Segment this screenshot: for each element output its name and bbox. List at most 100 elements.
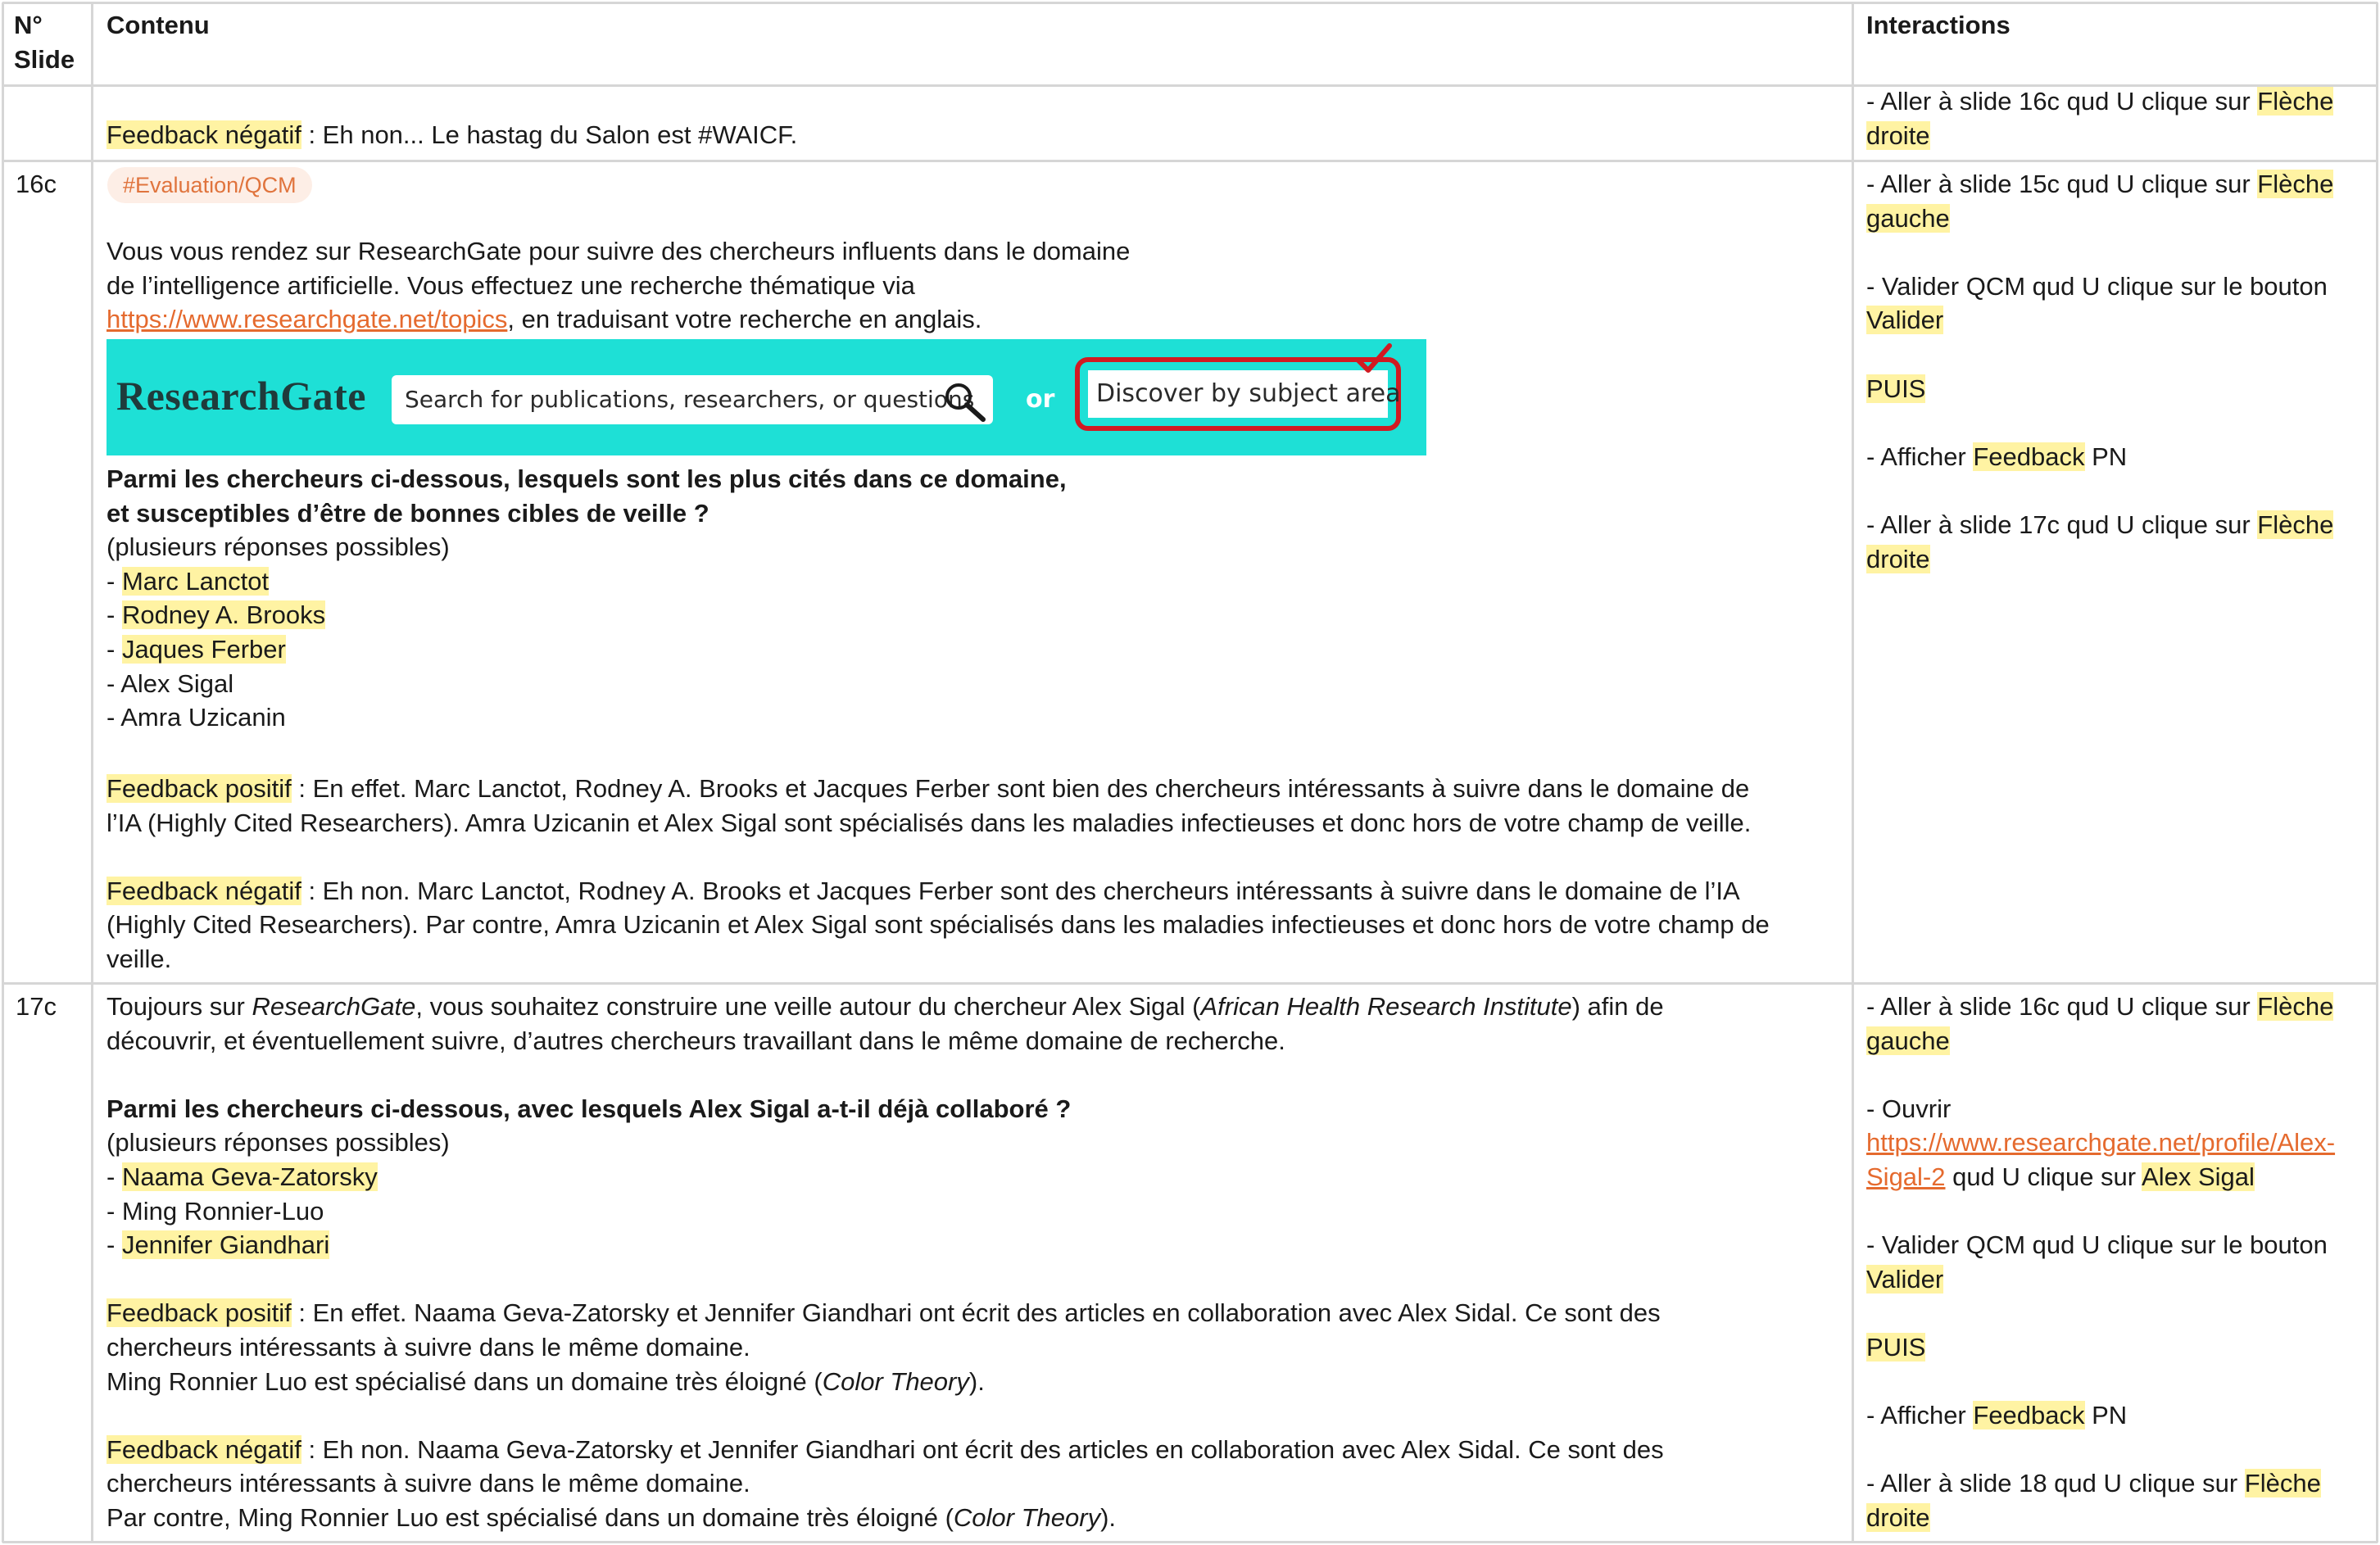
text-line: - Alex Sigal bbox=[107, 667, 233, 701]
header-slide-label: Slide bbox=[14, 45, 75, 74]
discover-by-subject-box: Discover by subject area bbox=[1075, 357, 1401, 431]
text: - Aller à slide 16c qud U clique sur bbox=[1866, 992, 2258, 1021]
text-line: - Naama Geva-Zatorsky bbox=[107, 1160, 378, 1194]
text: PN bbox=[2084, 442, 2128, 471]
text: Vous vous rendez sur ResearchGate pour s… bbox=[107, 237, 1131, 265]
text-line: Valider bbox=[1866, 1262, 1944, 1297]
document-table: N° Slide Contenu Interactions Feedback n… bbox=[0, 0, 2380, 1545]
discover-label: Discover by subject area bbox=[1096, 379, 1401, 408]
text-line: - Jaques Ferber bbox=[107, 632, 286, 667]
text-line: l’IA (Highly Cited Researchers). Amra Uz… bbox=[107, 806, 1751, 840]
text: Color Theory bbox=[822, 1366, 969, 1396]
text: : Eh non. Marc Lanctot, Rodney A. Brooks… bbox=[301, 876, 1740, 905]
text-line: - Afficher Feedback PN bbox=[1866, 1398, 2127, 1433]
highlighted-text: PUIS bbox=[1866, 1333, 1926, 1362]
text: - bbox=[107, 566, 122, 596]
text: : En effet. Naama Geva-Zatorsky et Jenni… bbox=[291, 1298, 1661, 1328]
or-label: or bbox=[1026, 385, 1055, 414]
text: ) afin de bbox=[1571, 992, 1664, 1021]
text-line: et susceptibles d’être de bonnes cibles … bbox=[107, 496, 709, 531]
search-placeholder: Search for publications, researchers, or… bbox=[405, 386, 975, 413]
highlighted-text: Jaques Ferber bbox=[121, 635, 286, 664]
text: (Highly Cited Researchers). Par contre, … bbox=[107, 910, 1770, 940]
text-line: Par contre, Ming Ronnier Luo est spécial… bbox=[107, 1501, 1116, 1535]
highlighted-text: Flèche bbox=[2244, 1469, 2321, 1498]
text-line: Feedback négatif : Eh non. Marc Lanctot,… bbox=[107, 874, 1740, 908]
text: , en traduisant votre recherche en angla… bbox=[507, 305, 982, 334]
text-line: - Aller à slide 16c qud U clique sur Flè… bbox=[1866, 84, 2334, 119]
slide-number: 16c bbox=[16, 170, 57, 198]
text: Color Theory bbox=[953, 1503, 1101, 1532]
text-line: - Ming Ronnier-Luo bbox=[107, 1194, 324, 1229]
text-line: - Valider QCM qud U clique sur le bouton bbox=[1866, 1228, 2328, 1262]
text-line: droite bbox=[1866, 542, 1930, 577]
text: (plusieurs réponses possibles) bbox=[107, 532, 450, 562]
highlighted-text: Feedback négatif bbox=[107, 876, 301, 905]
table-row-divider bbox=[2, 160, 2378, 162]
text: découvrir, et éventuellement suivre, d’a… bbox=[107, 1026, 1285, 1055]
search-icon bbox=[945, 383, 986, 422]
table-row-divider bbox=[2, 982, 2378, 985]
text: - Afficher bbox=[1866, 1401, 1974, 1430]
text-line: Parmi les chercheurs ci-dessous, lesquel… bbox=[107, 462, 1067, 496]
highlighted-text: droite bbox=[1866, 120, 1930, 150]
text-line: Feedback positif : En effet. Marc Lancto… bbox=[107, 772, 1749, 806]
researchgate-logo: ResearchGate bbox=[116, 373, 366, 419]
highlighted-text: droite bbox=[1866, 1503, 1930, 1532]
text-line: (Highly Cited Researchers). Par contre, … bbox=[107, 908, 1770, 942]
text: - bbox=[107, 1230, 122, 1260]
text-line: - Valider QCM qud U clique sur le bouton bbox=[1866, 270, 2328, 304]
highlighted-text: Feedback négatif bbox=[107, 1434, 301, 1464]
highlighted-text: Naama Geva-Zatorsky bbox=[121, 1162, 378, 1191]
header-content: Contenu bbox=[107, 11, 210, 39]
text-line: Ming Ronnier Luo est spécialisé dans un … bbox=[107, 1365, 985, 1399]
evaluation-tag[interactable]: #Evaluation/QCM bbox=[107, 167, 312, 203]
text: : Eh non. Naama Geva-Zatorsky et Jennife… bbox=[301, 1434, 1664, 1464]
text-line: (plusieurs réponses possibles) bbox=[107, 1126, 450, 1160]
text: - Aller à slide 17c qud U clique sur bbox=[1866, 510, 2258, 539]
profile-link[interactable]: https://www.researchgate.net/profile/Ale… bbox=[1866, 1128, 2335, 1157]
highlighted-text: PUIS bbox=[1866, 374, 1926, 403]
highlighted-text: Valider bbox=[1866, 306, 1944, 335]
highlighted-text: Flèche bbox=[2257, 992, 2334, 1021]
text: ). bbox=[968, 1366, 985, 1396]
text: - Aller à slide 15c qud U clique sur bbox=[1866, 170, 2258, 198]
highlighted-text: Feedback bbox=[1973, 1401, 2085, 1430]
text-line: gauche bbox=[1866, 202, 1950, 236]
text-line: droite bbox=[1866, 119, 1930, 153]
text-line: Valider bbox=[1866, 303, 1944, 338]
text-line: - Aller à slide 18 qud U clique sur Flèc… bbox=[1866, 1466, 2321, 1501]
text-line: - Afficher Feedback PN bbox=[1866, 440, 2127, 474]
text: Parmi les chercheurs ci-dessous, lesquel… bbox=[107, 464, 1067, 493]
profile-link[interactable]: Sigal-2 bbox=[1866, 1162, 1946, 1191]
highlighted-text: Feedback négatif bbox=[107, 120, 301, 149]
text: : En effet. Marc Lanctot, Rodney A. Broo… bbox=[291, 774, 1750, 803]
text-line: https://www.researchgate.net/profile/Ale… bbox=[1866, 1126, 2335, 1160]
text: - Valider QCM qud U clique sur le bouton bbox=[1866, 271, 2328, 301]
text-line: droite bbox=[1866, 1501, 1930, 1535]
text: Toujours sur bbox=[107, 992, 252, 1021]
text: Par contre, Ming Ronnier Luo est spécial… bbox=[107, 1503, 954, 1532]
highlighted-text: Flèche bbox=[2257, 170, 2334, 198]
text-line: gauche bbox=[1866, 1024, 1950, 1058]
table-border-right bbox=[2376, 2, 2378, 1543]
text-line: - Aller à slide 16c qud U clique sur Flè… bbox=[1866, 990, 2334, 1024]
text: , vous souhaitez construire une veille a… bbox=[415, 992, 1201, 1021]
highlighted-text: gauche bbox=[1866, 203, 1950, 233]
text: et susceptibles d’être de bonnes cibles … bbox=[107, 498, 709, 528]
text: - Afficher bbox=[1866, 442, 1974, 471]
slide-number: 17c bbox=[16, 992, 57, 1021]
topics-link[interactable]: https://www.researchgate.net/topics bbox=[107, 305, 507, 333]
text: ). bbox=[1100, 1503, 1117, 1532]
highlighted-text: Feedback bbox=[1973, 442, 2085, 471]
table-border-left bbox=[2, 2, 4, 1543]
highlighted-text: Feedback positif bbox=[107, 1298, 292, 1328]
text-line: veille. bbox=[107, 942, 171, 976]
table-column-divider bbox=[1852, 2, 1854, 1543]
text: qud U clique sur bbox=[1945, 1162, 2142, 1191]
text: - Ouvrir bbox=[1866, 1094, 1952, 1123]
highlighted-text: Alex Sigal bbox=[2142, 1162, 2255, 1191]
text: (plusieurs réponses possibles) bbox=[107, 1128, 450, 1158]
text: Ming Ronnier Luo est spécialisé dans un … bbox=[107, 1366, 823, 1396]
text: - Valider QCM qud U clique sur le bouton bbox=[1866, 1230, 2328, 1260]
